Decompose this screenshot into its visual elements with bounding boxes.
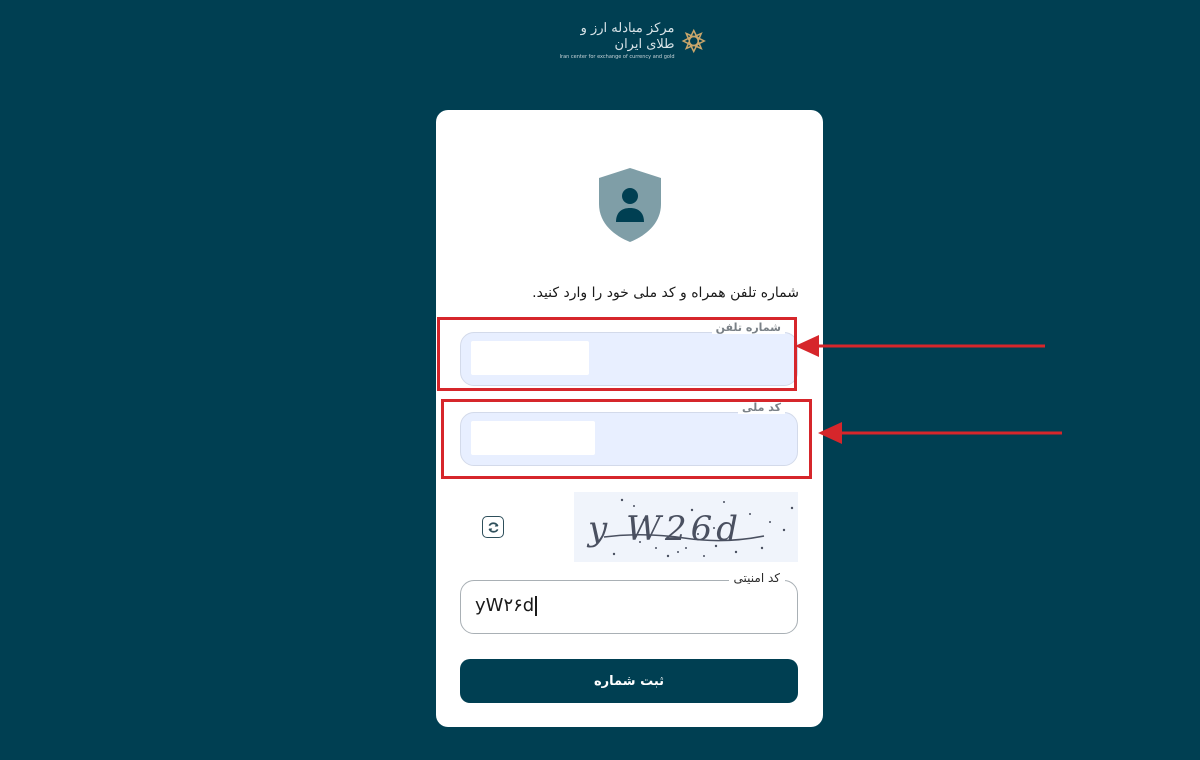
logo-mark-icon bbox=[681, 28, 706, 54]
arrow-left-icon bbox=[818, 422, 1062, 444]
user-shield-icon bbox=[599, 168, 661, 242]
text-caret bbox=[535, 596, 537, 616]
captcha-row: y W26d bbox=[460, 492, 798, 562]
highlight-box-national-code bbox=[441, 399, 812, 479]
security-code-value: yW۲۶d bbox=[475, 593, 537, 619]
brand-logo: مرکز مبادله ارز و طلای ایران Iran center… bbox=[556, 21, 706, 61]
submit-button[interactable]: ثبت شماره bbox=[460, 659, 798, 703]
form-instruction: شماره تلفن همراه و کد ملی خود را وارد کن… bbox=[532, 285, 799, 301]
highlight-box-phone bbox=[437, 317, 797, 391]
logo-text: مرکز مبادله ارز و طلای ایران Iran center… bbox=[556, 21, 675, 61]
logo-subtitle: Iran center for exchange of currency and… bbox=[559, 54, 675, 60]
captcha-text: y W26d bbox=[586, 509, 742, 549]
arrow-left-icon bbox=[795, 335, 1045, 357]
captcha-image: y W26d bbox=[574, 492, 798, 562]
logo-title: مرکز مبادله ارز و طلای ایران bbox=[580, 21, 675, 52]
refresh-icon bbox=[488, 521, 498, 533]
security-code-label: کد امنیتی bbox=[728, 571, 785, 585]
captcha-refresh-button[interactable] bbox=[482, 516, 504, 538]
security-code-input[interactable]: کد امنیتی yW۲۶d bbox=[460, 571, 798, 634]
